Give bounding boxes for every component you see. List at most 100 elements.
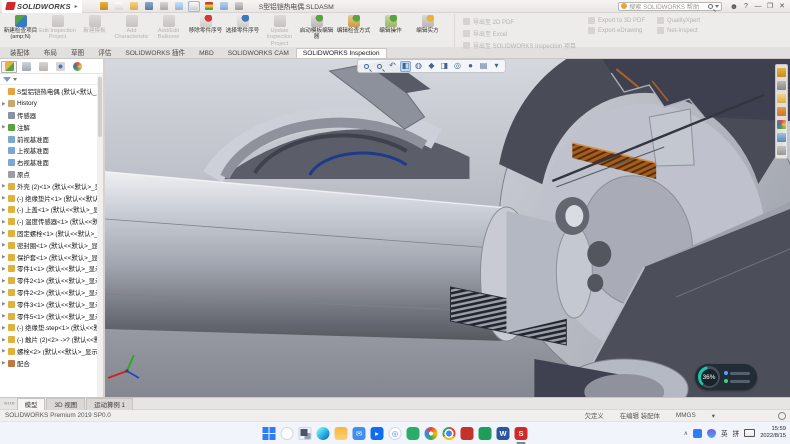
home-icon[interactable] [98, 1, 110, 12]
language-indicator[interactable]: 英 [721, 428, 728, 438]
update-inspection-project-button[interactable]: Update Inspection Project [261, 14, 298, 47]
export-edrawing-button[interactable]: Export eDrawing [588, 27, 645, 34]
tab-assembly[interactable]: 装配体 [3, 45, 37, 58]
model-canvas[interactable] [105, 59, 790, 397]
taskbar-icon-mail[interactable]: ✉ [353, 427, 366, 440]
export-excel-button[interactable]: 导出至 Excel [463, 29, 576, 38]
options-grid-icon[interactable] [218, 1, 230, 12]
restore-button[interactable]: ❐ [764, 1, 776, 12]
help-search-box[interactable]: 搜索 SOLIDWORKS 帮助 [618, 2, 722, 11]
featuremanager-tab[interactable] [1, 61, 17, 73]
new-inspection-project-button[interactable]: 新建检查项目 (amp;N) [2, 14, 39, 47]
tree-item[interactable]: ▶ 零件2<2> (默认<<默认>_显示状态 [0, 287, 103, 299]
minimize-button[interactable]: — [752, 1, 764, 12]
view-settings-icon[interactable]: ▾ [491, 61, 502, 72]
tree-item[interactable]: ▶ 保护套<1> (默认<<默认>_显示状 [0, 251, 103, 263]
tree-item[interactable]: ▶ (-) 绝缘垫.step<1> (默认<<默认> [0, 322, 103, 334]
view-orientation-icon[interactable]: ◆ [426, 61, 437, 72]
taskbar-icon-wechat[interactable] [407, 427, 420, 440]
menu-flyout-arrow-icon[interactable]: ▸ [75, 3, 78, 10]
help-button[interactable]: ? [740, 1, 752, 12]
doc-tab-model[interactable]: 模型 [17, 398, 46, 410]
close-button[interactable]: ✕ [776, 1, 788, 12]
taskbar-icon-app-blue[interactable]: ◎ [389, 427, 402, 440]
taskbar-icon-search[interactable] [281, 427, 294, 440]
select-balloons-button[interactable]: 选择零件序号 [224, 14, 261, 47]
displaymanager-tab[interactable] [69, 61, 85, 73]
tree-item[interactable]: ▶ 零件1<1> (默认<<默认>_显示状态 [0, 263, 103, 275]
tree-item[interactable]: ▶ 密封圈<1> (默认<<默认>_显示状 [0, 239, 103, 251]
tree-item[interactable]: ▶ 固定螺栓<1> (默认<<默认>_显示 [0, 228, 103, 240]
hide-show-items-icon[interactable]: ◎ [452, 61, 463, 72]
tab-layout[interactable]: 布局 [37, 45, 64, 58]
tree-item[interactable]: ▶ 零件5<1> (默认<<默认>_显示状态 [0, 310, 103, 322]
custom-properties-icon[interactable] [777, 133, 786, 142]
tree-item[interactable]: 传感器 [0, 110, 103, 122]
taskbar-icon-photos[interactable] [425, 427, 438, 440]
account-icon[interactable]: ☻ [728, 1, 740, 12]
tree-item[interactable]: ▶ 配合 [0, 357, 103, 369]
zoom-to-area-icon[interactable] [374, 61, 385, 72]
file-explorer-icon[interactable] [777, 94, 786, 103]
tree-item[interactable]: S型铝铠热电偶 (默认<默认_显示状态-1 [0, 86, 103, 98]
tree-item[interactable]: ▶ (-) 绝缘垫片<1> (默认<<默认>_显 [0, 192, 103, 204]
taskbar-icon-app-red[interactable] [461, 427, 474, 440]
ime-indicator[interactable]: 拼 [733, 428, 740, 438]
tree-scrollbar[interactable] [97, 75, 103, 397]
tree-item[interactable]: ▶ (-) 上盖<1> (默认<<默认>_显示状 [0, 204, 103, 216]
view-palette-icon[interactable] [777, 107, 786, 116]
touch-keyboard-icon[interactable] [744, 429, 755, 437]
export-2d-pdf-button[interactable]: 导出至 2D PDF [463, 17, 576, 26]
save-icon[interactable] [143, 1, 155, 12]
tree-item[interactable]: ▶ History [0, 98, 103, 110]
model-hole-2[interactable] [587, 241, 611, 267]
edit-inspection-methods-button[interactable]: 编辑检查方式 [335, 14, 372, 47]
edit-appearance-icon[interactable]: ● [465, 61, 476, 72]
tree-item[interactable]: ▶ (-) 温度传感器<1> (默认<<默认>_ [0, 216, 103, 228]
graphics-viewport[interactable]: ↶ ◧ ◍ ◆ ◨ ◎ ● ▤ ▾ [105, 59, 790, 397]
sw-resources-icon[interactable] [777, 68, 786, 77]
onedrive-icon[interactable] [693, 429, 702, 438]
tray-overflow-icon[interactable]: ∧ [684, 430, 688, 437]
tab-nav-arrows[interactable]: «‹›» [2, 401, 17, 407]
tree-item[interactable]: ▶ 零件2<1> (默认<<默认>_显示状态 [0, 275, 103, 287]
tree-item[interactable]: 右视基准面 [0, 157, 103, 169]
dynamic-annotation-views-icon[interactable]: ◍ [413, 61, 424, 72]
rebuild-traffic-light-icon[interactable] [203, 1, 215, 12]
taskbar-icon-chrome[interactable] [443, 427, 456, 440]
remove-balloons-button[interactable]: 移除零件序号 [187, 14, 224, 47]
add-edit-balloons-button[interactable]: Add/Edit Balloons [150, 14, 187, 47]
display-style-icon[interactable]: ◨ [439, 61, 450, 72]
doc-tab-3d-views[interactable]: 3D 视图 [46, 398, 85, 410]
tree-item[interactable]: ▶ 外壳 (2)<1> (默认<<默认>_显示状 [0, 180, 103, 192]
new-document-icon[interactable] [113, 1, 125, 12]
print-icon[interactable] [158, 1, 170, 12]
filter-dropdown-icon[interactable] [13, 78, 17, 81]
model-hole-3[interactable] [587, 274, 603, 292]
taskbar-icon-edge[interactable] [317, 427, 330, 440]
tree-item[interactable]: 上视基准面 [0, 145, 103, 157]
taskbar-icon-word[interactable]: W [497, 427, 510, 440]
edit-inspection-project-button[interactable]: Edit Inspection Project [39, 14, 76, 47]
edit-vendors-button[interactable]: 编辑实方 [409, 14, 446, 47]
open-icon[interactable] [128, 1, 140, 12]
doc-tab-motion-study[interactable]: 运动算例 1 [86, 398, 133, 410]
taskbar-icon-taskview[interactable] [299, 427, 312, 440]
export-sw-inspection-project-button[interactable]: 导出至 SOLIDWORKS Inspection 项目 [463, 41, 576, 50]
new-template-button[interactable]: 新建模板 [76, 14, 113, 47]
qualityxpert-button[interactable]: QualityXpert [657, 17, 700, 24]
tab-sw-addins[interactable]: SOLIDWORKS 插件 [118, 45, 192, 58]
edit-operations-button[interactable]: 编辑操作 [372, 14, 409, 47]
tab-evaluate[interactable]: 评估 [91, 45, 118, 58]
undo-icon[interactable] [173, 1, 185, 12]
taskbar-icon-start[interactable] [263, 427, 276, 440]
tree-item[interactable]: 原点 [0, 169, 103, 181]
status-gear-icon[interactable] [778, 412, 786, 420]
zoom-to-fit-icon[interactable] [361, 61, 372, 72]
apply-scene-icon[interactable]: ▤ [478, 61, 489, 72]
tree-item[interactable]: ▶ 零件3<1> (默认<<默认>_显示状态 [0, 298, 103, 310]
section-view-icon[interactable]: ◧ [400, 61, 411, 72]
tab-sw-inspection[interactable]: SOLIDWORKS Inspection [296, 48, 387, 58]
security-shield-icon[interactable] [707, 429, 716, 438]
add-characteristic-button[interactable]: Add Characteristic [113, 14, 150, 47]
